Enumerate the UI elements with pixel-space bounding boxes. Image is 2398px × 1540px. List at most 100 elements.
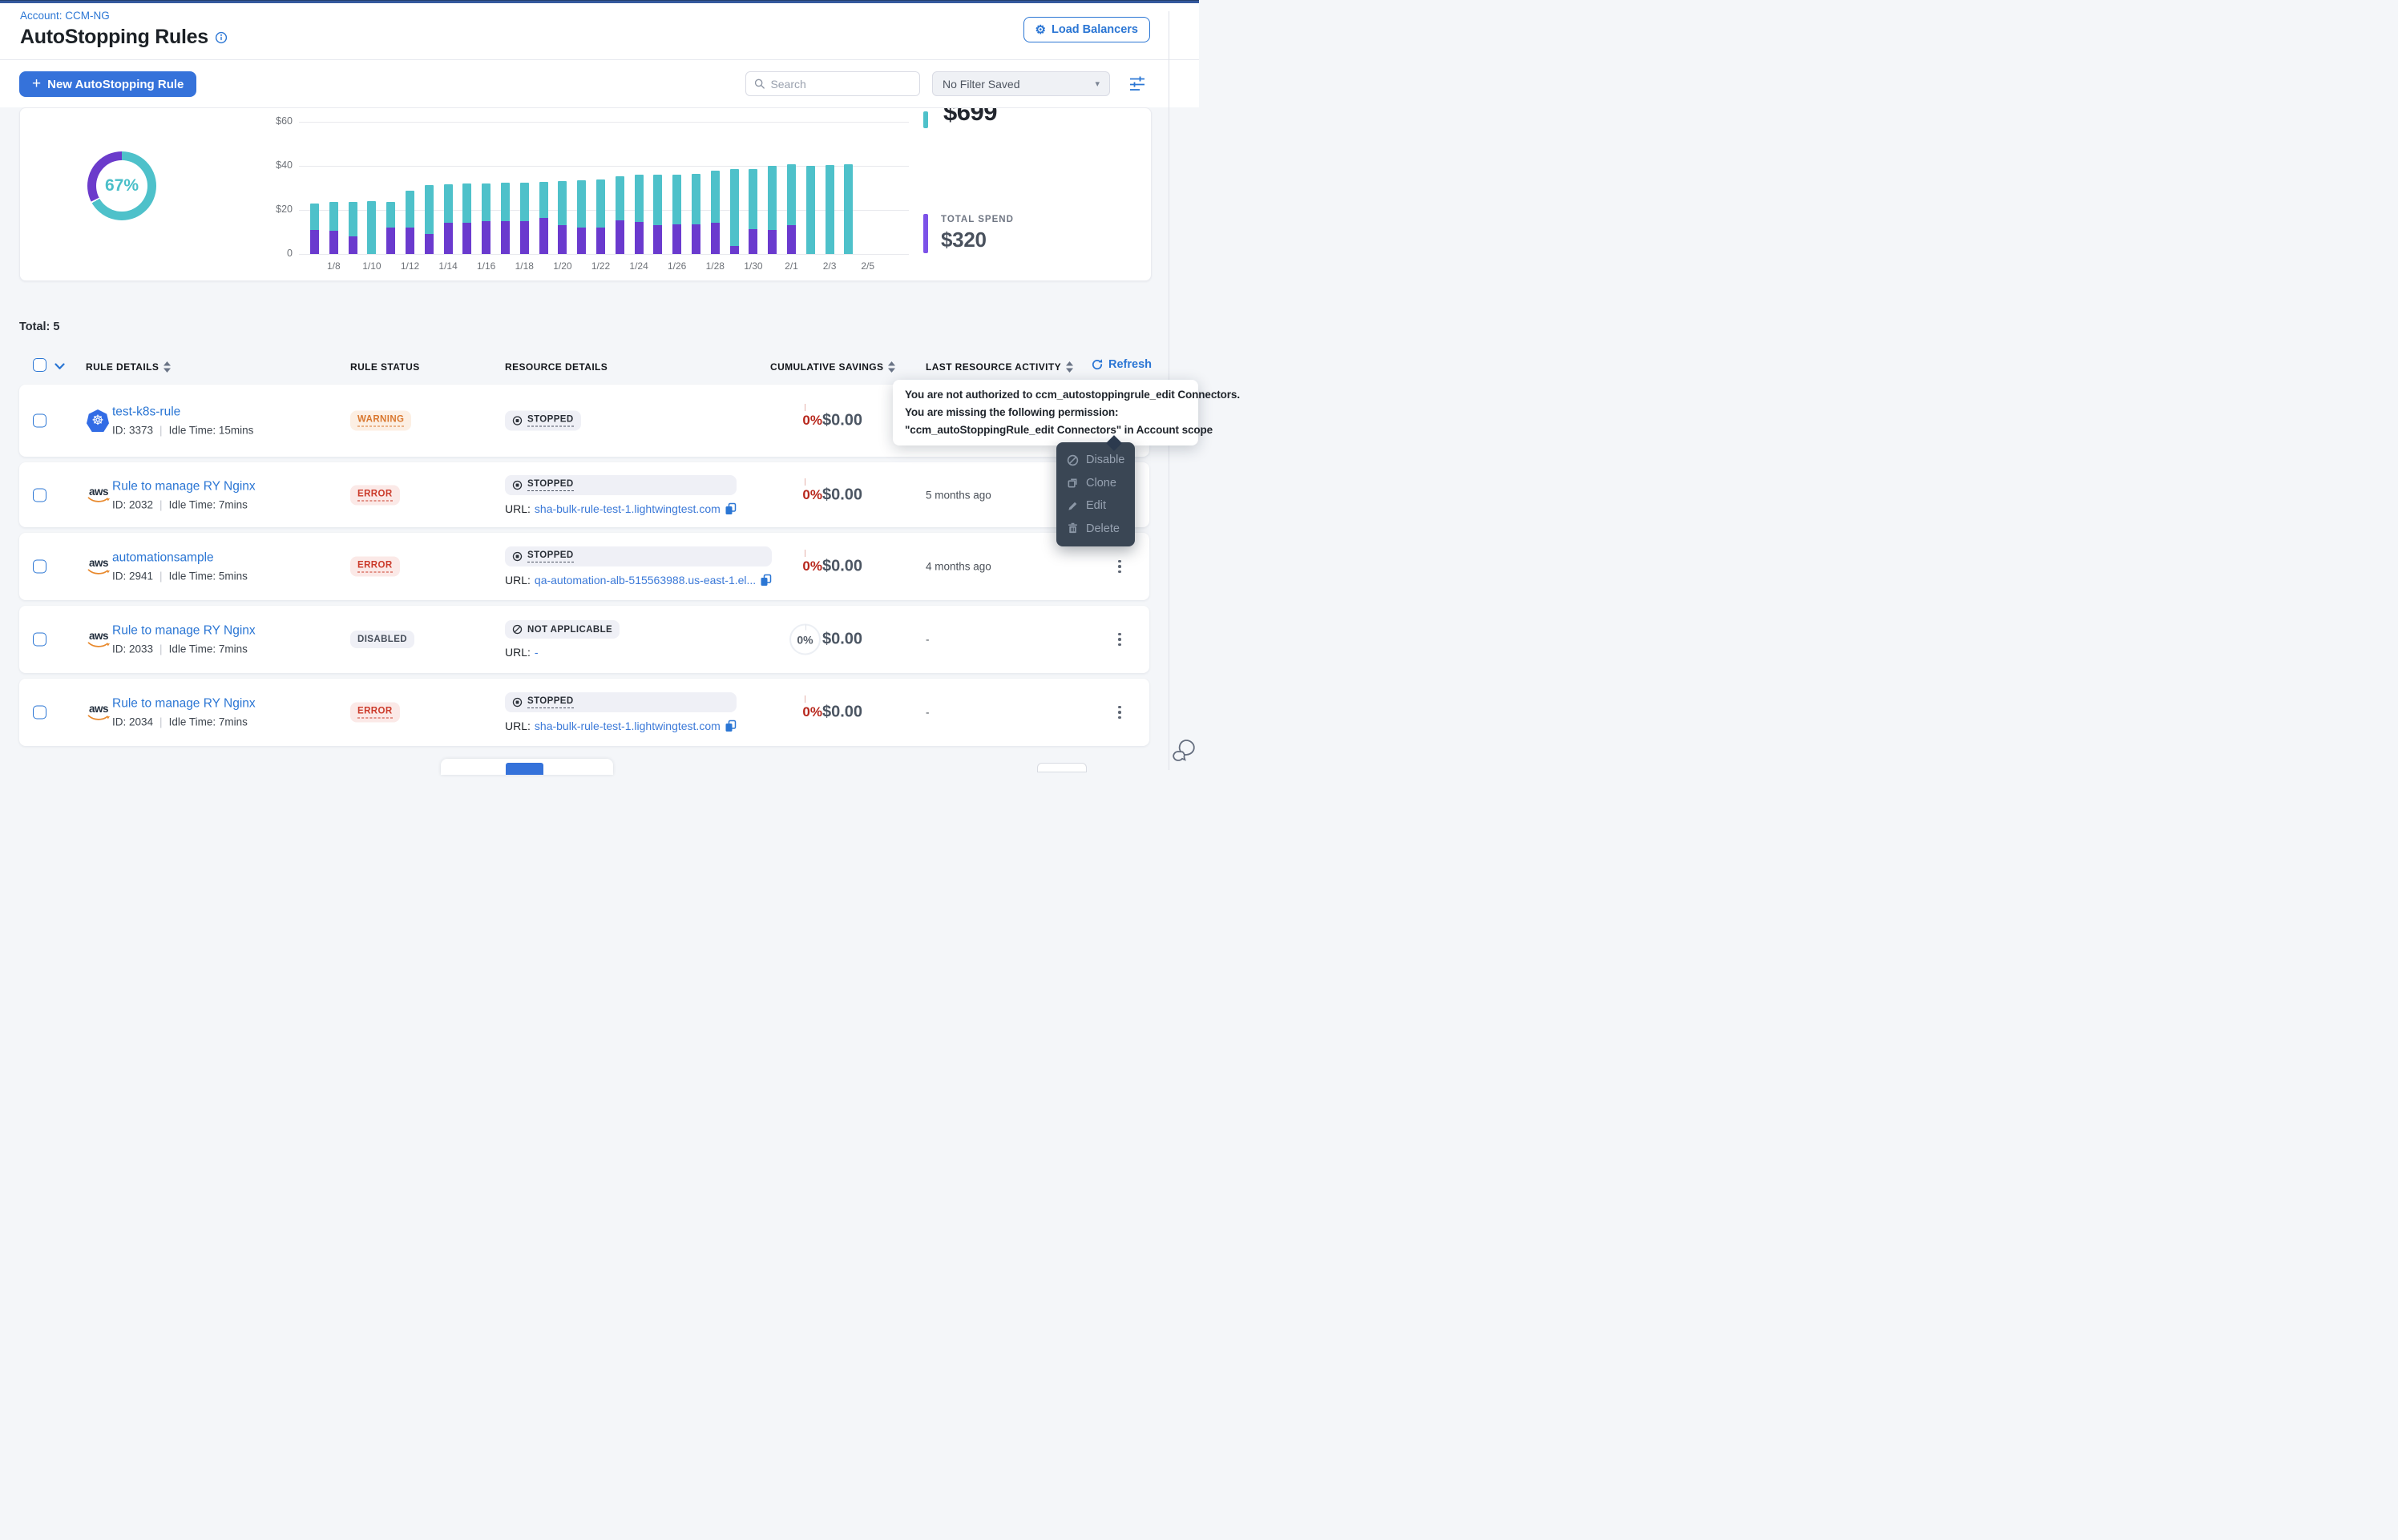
idle-time: Idle Time: 7mins <box>169 716 248 728</box>
copy-icon[interactable] <box>725 720 737 732</box>
help-chat-icon[interactable] <box>1171 736 1198 764</box>
stacked-bar <box>749 169 757 254</box>
menu-item-edit[interactable]: Edit <box>1056 494 1135 518</box>
stacked-bar <box>768 166 777 254</box>
rule-name-link[interactable]: test-k8s-rule <box>112 405 253 420</box>
stacked-bar <box>367 201 376 254</box>
stacked-bar <box>386 202 395 254</box>
resource-url-link[interactable]: sha-bulk-rule-test-1.lightwingtest.com <box>535 720 721 732</box>
status-badge: ERROR <box>350 557 400 577</box>
menu-item-clone[interactable]: Clone <box>1056 472 1135 495</box>
stopped-icon <box>512 551 523 562</box>
rule-name-link[interactable]: Rule to manage RY Nginx <box>112 624 256 639</box>
idle-time: Idle Time: 5mins <box>169 570 248 583</box>
sort-icon[interactable] <box>164 361 171 373</box>
last-activity: - <box>926 707 1054 719</box>
total-spend-accent <box>923 214 928 253</box>
stacked-bar <box>730 169 739 254</box>
chevron-down-icon: ▾ <box>1095 79 1100 89</box>
stacked-bar <box>787 164 796 254</box>
tooltip-line: You are not authorized to ccm_autostoppi… <box>905 386 1186 404</box>
stacked-bar <box>692 174 700 254</box>
load-balancers-button[interactable]: ⚙ Load Balancers <box>1023 17 1150 42</box>
not-applicable-icon <box>512 624 523 635</box>
page-header: Account: CCM-NG AutoStopping Rules ⚙ Loa… <box>0 3 1199 60</box>
pagination-bar[interactable] <box>441 759 613 775</box>
copy-icon[interactable] <box>725 502 737 515</box>
rule-name-link[interactable]: Rule to manage RY Nginx <box>112 697 256 712</box>
breadcrumb-account[interactable]: Account: CCM-NG <box>20 10 110 22</box>
select-all-checkbox[interactable] <box>33 358 46 372</box>
rule-name-link[interactable]: automationsample <box>112 551 248 566</box>
status-badge: ERROR <box>350 703 400 723</box>
rule-id: ID: 2033 <box>112 643 153 655</box>
savings-donut-chart: 67% <box>87 151 156 220</box>
menu-item-disable[interactable]: Disable <box>1056 449 1135 472</box>
gear-icon: ⚙ <box>1036 24 1046 36</box>
plus-icon: + <box>32 76 41 91</box>
tooltip-line: "ccm_autoStoppingRule_edit Connectors" i… <box>905 421 1186 439</box>
y-axis-tick: $20 <box>260 204 293 215</box>
filter-panel-button[interactable] <box>1128 75 1148 94</box>
pagination-current-page[interactable] <box>506 763 543 775</box>
total-savings-value: $699 <box>943 107 997 127</box>
row-checkbox[interactable] <box>33 414 46 428</box>
row-checkbox[interactable] <box>33 488 46 502</box>
total-spend-label: TOTAL SPEND <box>941 215 1014 224</box>
row-actions-kebab-icon[interactable] <box>1111 556 1128 577</box>
stacked-bar <box>672 175 681 254</box>
row-actions-kebab-icon[interactable] <box>1111 629 1128 650</box>
toolbar: + New AutoStopping Rule No Filter Saved … <box>0 60 1199 107</box>
stacked-bar <box>616 176 624 254</box>
row-checkbox[interactable] <box>33 706 46 720</box>
savings-percent: 0% <box>771 413 822 429</box>
x-axis-tick: 1/8 <box>317 260 349 272</box>
resource-status-badge: STOPPED <box>505 411 581 431</box>
stacked-bar <box>653 175 662 254</box>
sort-icon[interactable] <box>888 361 895 373</box>
tooltip-line: You are missing the following permission… <box>905 404 1186 421</box>
saved-filter-dropdown[interactable]: No Filter Saved ▾ <box>932 71 1110 96</box>
stacked-bar <box>826 165 834 254</box>
resource-url-link[interactable]: sha-bulk-rule-test-1.lightwingtest.com <box>535 502 721 515</box>
edit-icon <box>1067 500 1079 512</box>
idle-time: Idle Time: 15mins <box>169 425 254 437</box>
x-axis-tick: 1/12 <box>394 260 426 272</box>
filter-sliders-icon <box>1128 75 1146 92</box>
menu-item-delete[interactable]: Delete <box>1056 518 1135 541</box>
stacked-bar <box>462 183 471 254</box>
stacked-bar <box>539 182 548 254</box>
col-last-resource-activity: LAST RESOURCE ACTIVITY <box>926 361 1061 373</box>
copy-icon[interactable] <box>760 574 772 587</box>
row-checkbox[interactable] <box>33 560 46 574</box>
resource-url-link[interactable]: qa-automation-alb-515563988.us-east-1.el… <box>535 574 756 587</box>
aws-icon: aws <box>87 703 111 722</box>
x-axis-tick: 1/26 <box>661 260 693 272</box>
autostopping-rules-page: { "header": { "account_label": "Account:… <box>0 0 1199 770</box>
resource-status-badge: STOPPED <box>505 692 737 712</box>
search-input[interactable] <box>770 78 911 91</box>
gridline <box>299 122 909 123</box>
disable-icon <box>1067 454 1079 466</box>
sort-icon[interactable] <box>1066 361 1073 373</box>
table-header: RULE DETAILS RULE STATUS RESOURCE DETAIL… <box>19 353 1152 383</box>
page-size-select[interactable] <box>1037 763 1087 772</box>
resource-status-badge: NOT APPLICABLE <box>505 620 620 639</box>
col-rule-status: RULE STATUS <box>350 361 420 373</box>
row-checkbox[interactable] <box>33 633 46 647</box>
x-axis-tick: 1/20 <box>547 260 579 272</box>
row-actions-kebab-icon[interactable] <box>1111 702 1128 723</box>
resource-url-dash: - <box>535 646 539 659</box>
col-rule-details: RULE DETAILS <box>86 361 159 373</box>
y-axis-tick: 0 <box>260 248 293 259</box>
new-autostopping-rule-button[interactable]: + New AutoStopping Rule <box>19 71 196 97</box>
info-icon[interactable] <box>215 31 228 44</box>
savings-amount: $0.00 <box>822 486 910 504</box>
refresh-button[interactable]: Refresh <box>1091 358 1152 371</box>
savings-amount: $0.00 <box>822 703 910 722</box>
select-menu-chevron-icon[interactable] <box>54 363 65 370</box>
savings-percent: 0% <box>771 487 822 503</box>
rule-id: ID: 3373 <box>112 425 153 437</box>
rule-name-link[interactable]: Rule to manage RY Nginx <box>112 479 256 494</box>
resource-status-badge: STOPPED <box>505 475 737 495</box>
